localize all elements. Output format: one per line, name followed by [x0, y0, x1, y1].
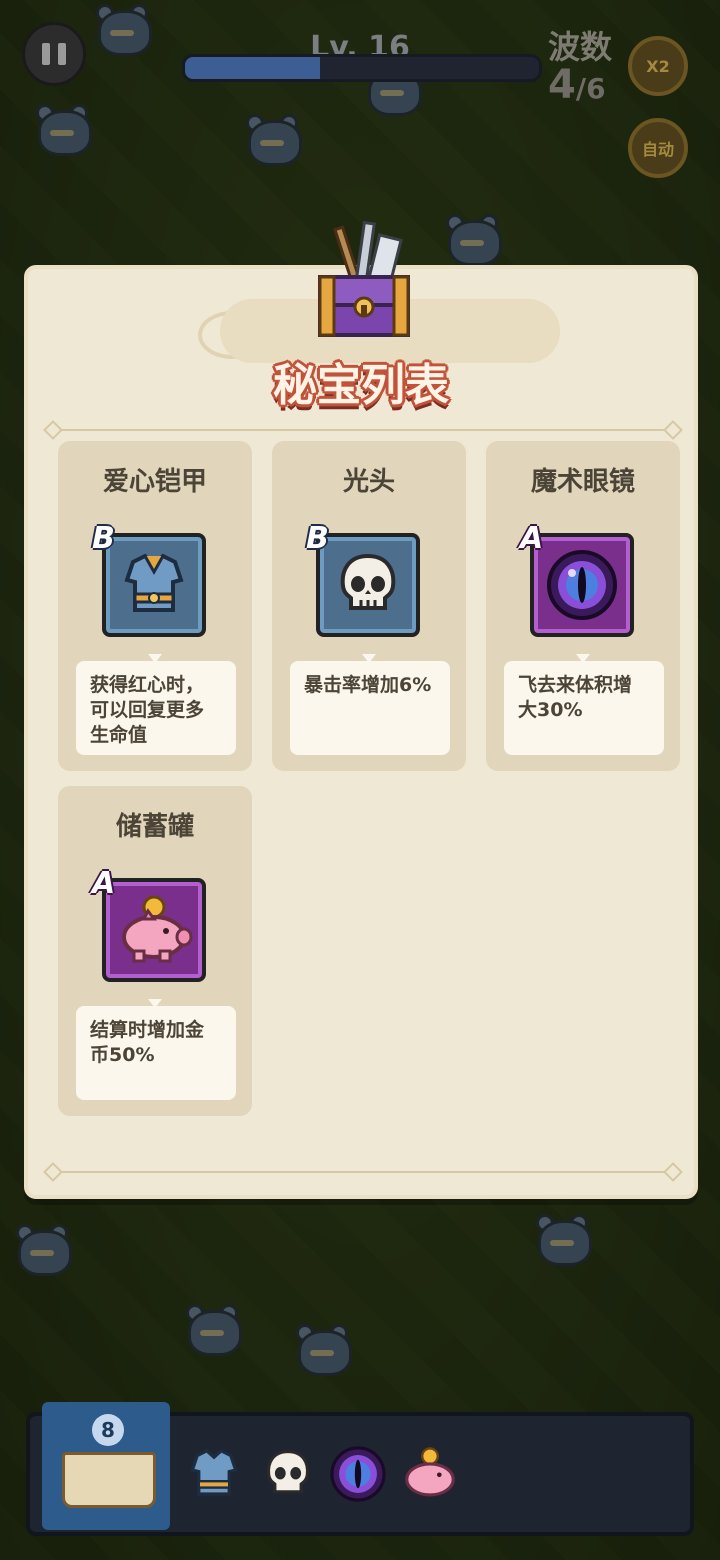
slot-piggy-bank[interactable]: [398, 1442, 462, 1506]
slot-armor[interactable]: [182, 1442, 246, 1506]
spellbook-button[interactable]: 8: [42, 1402, 170, 1530]
pause-button[interactable]: [22, 22, 86, 86]
speed-button[interactable]: X2: [628, 36, 688, 96]
magic-eye-icon: [330, 1446, 386, 1502]
treasure-description: 暴击率增加6%: [290, 661, 450, 755]
piggy-bank-icon: [405, 1447, 455, 1497]
skull-icon: [266, 1450, 310, 1494]
book-icon: [62, 1452, 156, 1508]
treasure-card-skull[interactable]: 光头 B 暴击率增加6%: [272, 441, 466, 771]
rank-badge: A: [520, 521, 544, 556]
treasure-description: 获得红心时，可以回复更多生命值: [76, 661, 236, 755]
treasure-icon-frame: [102, 878, 206, 982]
rank-badge: B: [92, 521, 115, 556]
treasure-chest-icon: [318, 221, 410, 337]
treasure-name: 储蓄罐: [115, 812, 194, 842]
treasure-name: 魔术眼镜: [530, 467, 635, 497]
treasure-list-panel: 秘宝列表 爱心铠甲 B 获得红心时，可以回复更多生命值 光头 B 暴击率增加6%…: [24, 221, 698, 1199]
wave-total: /6: [575, 72, 606, 105]
rank-badge: A: [92, 866, 116, 901]
divider-top: [50, 429, 676, 431]
treasure-icon-frame: [102, 533, 206, 637]
book-count-badge: 8: [92, 1414, 124, 1446]
pause-icon: [42, 43, 50, 65]
xp-fill: [185, 57, 320, 79]
xp-bar: [182, 54, 542, 82]
treasure-icon-frame: [316, 533, 420, 637]
piggy-bank-icon: [122, 895, 193, 963]
slot-magic-eye[interactable]: [326, 1442, 390, 1506]
auto-button[interactable]: 自动: [628, 118, 688, 178]
skull-icon: [340, 553, 396, 610]
treasure-name: 爱心铠甲: [102, 467, 207, 497]
treasure-name: 光头: [342, 467, 395, 497]
wave-current: 4: [548, 62, 576, 108]
wave-counter: 4/6: [548, 62, 606, 108]
divider-bottom: [50, 1171, 676, 1173]
slot-skull[interactable]: [256, 1442, 320, 1506]
treasure-card-magic-eye[interactable]: 魔术眼镜 A 飞去来体积增大30%: [486, 441, 680, 771]
treasure-description: 结算时增加金币50%: [76, 1006, 236, 1100]
armor-icon: [190, 1448, 238, 1496]
treasure-card-armor[interactable]: 爱心铠甲 B 获得红心时，可以回复更多生命值: [58, 441, 252, 771]
treasure-description: 飞去来体积增大30%: [504, 661, 664, 755]
panel-title: 秘宝列表: [273, 360, 449, 411]
magic-eye-icon: [547, 550, 617, 620]
rank-badge: B: [306, 521, 329, 556]
armor-icon: [124, 553, 184, 612]
treasure-card-piggy-bank[interactable]: 储蓄罐 A 结算时增加金币50%: [58, 786, 252, 1116]
treasure-icon-frame: [530, 533, 634, 637]
